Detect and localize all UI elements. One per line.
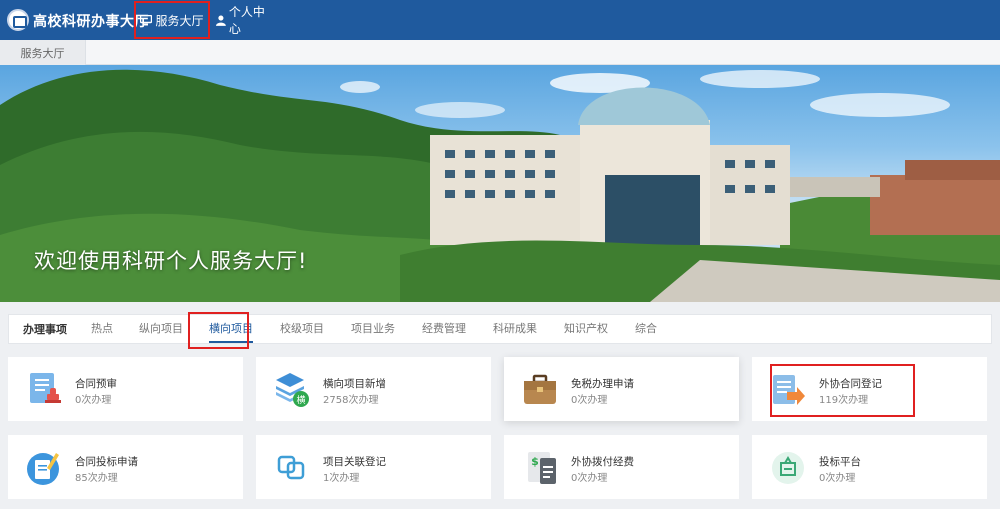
tab-vertical-projects[interactable]: 纵向项目 bbox=[139, 315, 183, 343]
card-title: 项目关联登记 bbox=[323, 456, 386, 468]
app-title: 高校科研办事大厅 bbox=[33, 14, 149, 30]
banner-welcome-title: 欢迎使用科研个人服务大厅! bbox=[34, 249, 308, 273]
category-tabs: 办理事项 热点 纵向项目 横向项目 校级项目 项目业务 经费管理 科研成果 知识… bbox=[8, 314, 992, 344]
breadcrumb-bar: 服务大厅 bbox=[0, 40, 1000, 65]
nav-service-hall-label: 服务大厅 bbox=[155, 13, 204, 28]
service-card-bid-platform[interactable]: 投标平台 0次办理 bbox=[752, 435, 987, 499]
bid-platform-icon bbox=[772, 452, 804, 484]
svg-text:横: 横 bbox=[296, 394, 305, 406]
tabs-heading: 办理事项 bbox=[23, 323, 67, 336]
contract-stamp-icon bbox=[30, 373, 61, 403]
card-count: 2758次办理 bbox=[323, 395, 379, 406]
nav-service-hall[interactable]: 服务大厅 bbox=[134, 1, 210, 39]
tab-intellectual-property[interactable]: 知识产权 bbox=[564, 315, 608, 343]
card-count: 1次办理 bbox=[323, 473, 360, 484]
card-count: 85次办理 bbox=[75, 473, 118, 484]
tab-funding-management[interactable]: 经费管理 bbox=[422, 315, 466, 343]
card-highlight-box bbox=[770, 364, 915, 417]
tab-comprehensive[interactable]: 综合 bbox=[635, 315, 657, 343]
tab-research-results[interactable]: 科研成果 bbox=[493, 315, 537, 343]
hero-banner: 欢迎使用科研个人服务大厅! bbox=[0, 65, 1000, 302]
card-count: 0次办理 bbox=[571, 395, 608, 406]
layers-badge-icon: 横 bbox=[276, 373, 309, 407]
card-title: 合同预审 bbox=[75, 378, 117, 390]
breadcrumb-tab-service-hall[interactable]: 服务大厅 bbox=[0, 40, 86, 65]
service-card-project-link-registration[interactable]: 项目关联登记 1次办理 bbox=[256, 435, 491, 499]
card-count: 0次办理 bbox=[75, 395, 112, 406]
tab-hot[interactable]: 热点 bbox=[91, 315, 113, 343]
user-icon bbox=[216, 14, 226, 26]
card-title: 投标平台 bbox=[819, 456, 861, 468]
service-card-contract-bid-application[interactable]: 合同投标申请 85次办理 bbox=[8, 435, 243, 499]
nav-personal-center[interactable]: 个人中心 bbox=[216, 0, 276, 40]
nav-personal-center-label: 个人中心 bbox=[228, 5, 265, 36]
svg-text:$: $ bbox=[531, 455, 539, 468]
payment-document-icon: $ bbox=[528, 452, 556, 484]
top-navbar: 高校科研办事大厅 服务大厅 个人中心 bbox=[0, 0, 1000, 40]
pen-document-icon bbox=[27, 453, 59, 485]
tab-school-projects[interactable]: 校级项目 bbox=[280, 315, 324, 343]
briefcase-icon bbox=[524, 374, 556, 404]
service-card-horizontal-project-new[interactable]: 横 横向项目新增 2758次办理 bbox=[256, 357, 491, 421]
service-card-contract-prereview[interactable]: 合同预审 0次办理 bbox=[8, 357, 243, 421]
monitor-icon bbox=[140, 14, 153, 25]
tab-project-business[interactable]: 项目业务 bbox=[351, 315, 395, 343]
tab-highlight-box bbox=[188, 312, 249, 349]
card-title: 横向项目新增 bbox=[323, 378, 386, 390]
card-count: 0次办理 bbox=[819, 473, 856, 484]
card-title: 外协拨付经费 bbox=[571, 456, 634, 468]
service-card-outsource-payment[interactable]: $ 外协拨付经费 0次办理 bbox=[504, 435, 739, 499]
university-logo-icon bbox=[7, 9, 29, 31]
link-squares-icon bbox=[277, 455, 305, 480]
card-title: 合同投标申请 bbox=[75, 456, 138, 468]
card-title: 免税办理申请 bbox=[571, 378, 634, 390]
service-card-tax-exemption[interactable]: 免税办理申请 0次办理 bbox=[504, 357, 739, 421]
card-count: 0次办理 bbox=[571, 473, 608, 484]
